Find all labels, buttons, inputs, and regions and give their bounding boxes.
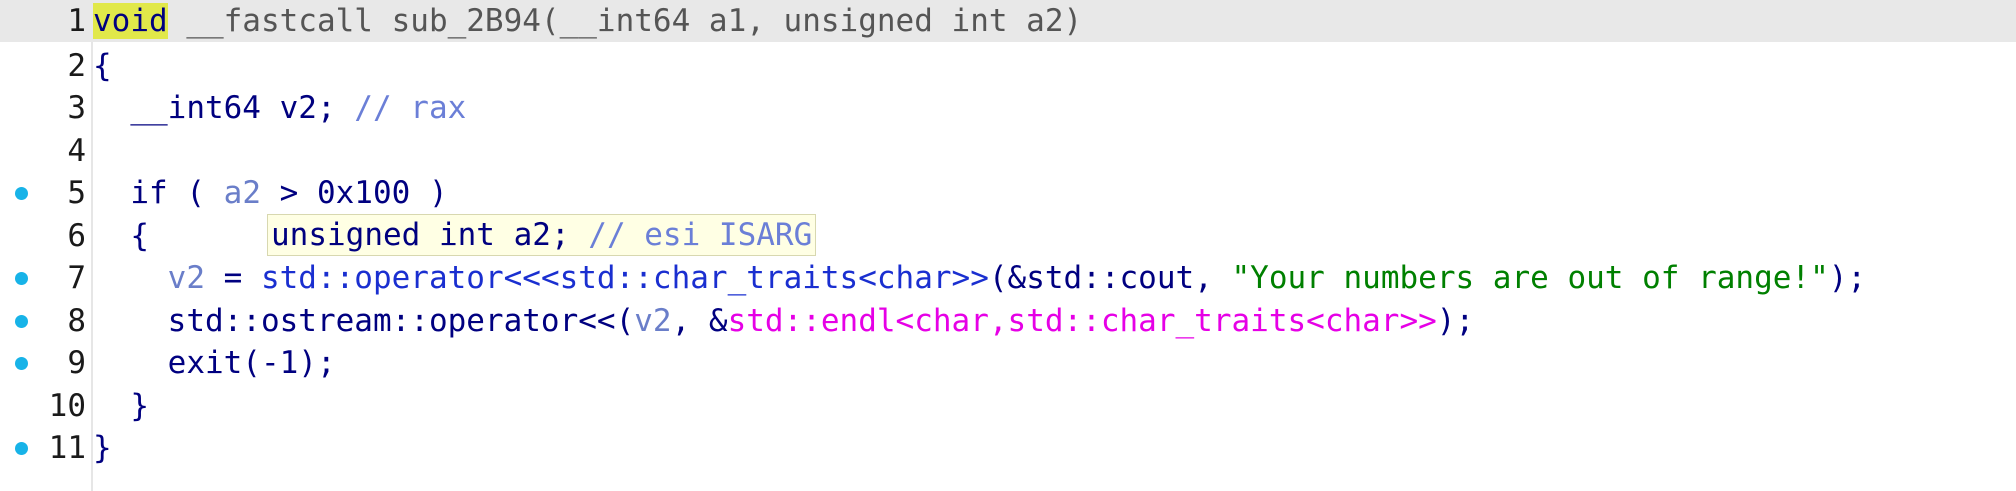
- code-token[interactable]: exit(-1);: [93, 345, 336, 381]
- code-token[interactable]: );: [1437, 303, 1474, 339]
- code-token[interactable]: void: [93, 3, 168, 39]
- code-line[interactable]: 2{: [0, 45, 2016, 87]
- code-token[interactable]: __fastcall sub_2B94(__int64 a1, unsigned…: [168, 3, 1082, 39]
- code-token[interactable]: v2: [168, 260, 205, 296]
- line-number: 7: [67, 260, 86, 296]
- code-line[interactable]: 9 exit(-1);: [0, 342, 2016, 384]
- breakpoint-marker-icon[interactable]: [15, 442, 28, 455]
- code-token[interactable]: std::endl<char,std::char_traits<char>>: [728, 303, 1437, 339]
- code-line[interactable]: 10 }: [0, 385, 2016, 427]
- line-number: 10: [48, 388, 86, 424]
- code-text[interactable]: }: [93, 427, 112, 469]
- code-token[interactable]: , &: [672, 303, 728, 339]
- code-token[interactable]: [93, 260, 168, 296]
- code-text[interactable]: exit(-1);: [93, 342, 336, 384]
- line-number: 8: [67, 303, 86, 339]
- variable-tooltip: unsigned int a2; // esi ISARG: [267, 214, 817, 256]
- code-text[interactable]: std::ostream::operator<<(v2, &std::endl<…: [93, 300, 1474, 342]
- code-line[interactable]: 5 if ( a2 > 0x100 ): [0, 172, 2016, 214]
- code-text[interactable]: {: [93, 215, 149, 257]
- code-line[interactable]: 11}: [0, 427, 2016, 469]
- code-text[interactable]: if ( a2 > 0x100 ): [93, 172, 448, 214]
- code-text[interactable]: __int64 v2; // rax: [93, 87, 466, 129]
- code-text[interactable]: }: [93, 385, 149, 427]
- line-number: 1: [67, 3, 86, 39]
- code-token[interactable]: // rax: [354, 90, 466, 126]
- code-token[interactable]: a2: [224, 175, 261, 211]
- code-token[interactable]: (&std::cout,: [989, 260, 1232, 296]
- line-number: 2: [67, 48, 86, 84]
- code-token[interactable]: if (: [93, 175, 224, 211]
- line-number: 5: [67, 175, 86, 211]
- code-text[interactable]: {: [93, 45, 112, 87]
- code-token[interactable]: {: [93, 218, 149, 254]
- code-token[interactable]: "Your numbers are out of range!": [1232, 260, 1829, 296]
- breakpoint-marker-icon[interactable]: [15, 357, 28, 370]
- code-token[interactable]: =: [205, 260, 261, 296]
- code-token[interactable]: v2: [634, 303, 671, 339]
- breakpoint-marker-icon[interactable]: [15, 272, 28, 285]
- line-number: 3: [67, 90, 86, 126]
- line-number: 4: [67, 133, 86, 169]
- code-token[interactable]: );: [1829, 260, 1866, 296]
- line-number: 6: [67, 218, 86, 254]
- tooltip-comment: // esi ISARG: [588, 217, 813, 253]
- tooltip-declaration: unsigned int a2;: [271, 217, 589, 253]
- pseudocode-view[interactable]: 1 void __fastcall sub_2B94(__int64 a1, un…: [0, 0, 2016, 491]
- code-line[interactable]: 7 v2 = std::operator<<<std::char_traits<…: [0, 257, 2016, 299]
- code-text[interactable]: void __fastcall sub_2B94(__int64 a1, uns…: [93, 0, 1082, 42]
- code-token[interactable]: }: [93, 388, 149, 424]
- code-token[interactable]: std::operator<<<std::char_traits<char>>: [261, 260, 989, 296]
- code-line[interactable]: 3 __int64 v2; // rax: [0, 87, 2016, 129]
- code-line[interactable]: 8 std::ostream::operator<<(v2, &std::end…: [0, 300, 2016, 342]
- code-token[interactable]: __int64 v2;: [93, 90, 354, 126]
- code-line[interactable]: 1 void __fastcall sub_2B94(__int64 a1, un…: [0, 0, 2016, 42]
- line-number: 9: [67, 345, 86, 381]
- code-line[interactable]: 4: [0, 130, 2016, 172]
- code-token[interactable]: > 0x100 ): [261, 175, 448, 211]
- code-text[interactable]: v2 = std::operator<<<std::char_traits<ch…: [93, 257, 1866, 299]
- breakpoint-marker-icon[interactable]: [15, 187, 28, 200]
- code-token[interactable]: }: [93, 430, 112, 466]
- code-token[interactable]: std::ostream::operator<<(: [93, 303, 635, 339]
- breakpoint-marker-icon[interactable]: [15, 315, 28, 328]
- line-number: 11: [48, 430, 86, 466]
- code-token[interactable]: {: [93, 48, 112, 84]
